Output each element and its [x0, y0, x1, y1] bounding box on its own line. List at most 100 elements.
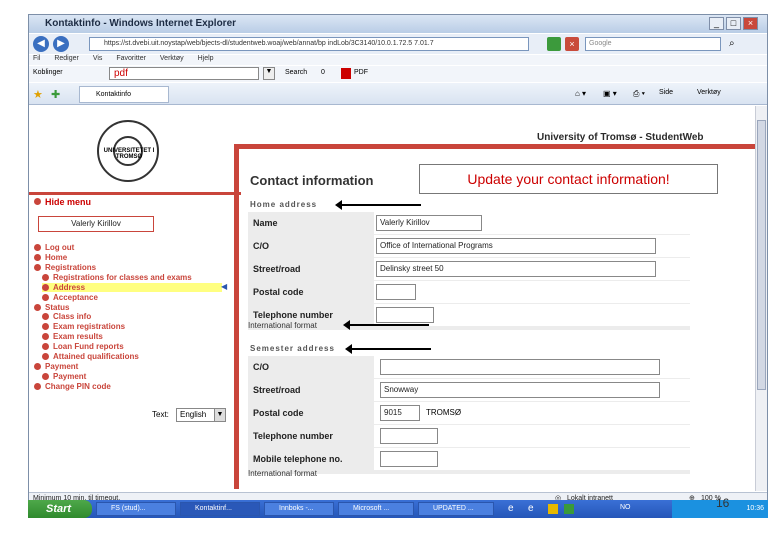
- international-format-note: International format: [248, 469, 317, 478]
- red-divider-left: [234, 144, 239, 489]
- browser-window: Kontaktinfo - Windows Internet Explorer …: [28, 14, 768, 518]
- field-label: Postal code: [253, 287, 304, 297]
- home-address-form: Name Valerly Kirillov C/O Office of Inte…: [248, 212, 690, 330]
- sidebar-item-acceptance[interactable]: Acceptance: [42, 293, 98, 302]
- sidebar-item-payment-group[interactable]: Payment: [34, 362, 78, 371]
- street-field[interactable]: Delinsky street 50: [376, 261, 656, 277]
- postal-city: TROMSØ: [426, 408, 462, 417]
- tab-bar: ★ ✚ Kontaktinfo ⌂ ▾ ▣ ▾ ⎙ ▾ Side Verktøy: [29, 83, 767, 105]
- address-bar: ◀ ▶ https://st.dvebi.uit.noystap/web/bje…: [29, 34, 767, 54]
- dropdown-icon[interactable]: ▼: [263, 67, 275, 80]
- refresh-icon[interactable]: [547, 37, 561, 51]
- sidebar-item-logout[interactable]: Log out: [34, 243, 74, 252]
- name-field[interactable]: Valerly Kirillov: [376, 215, 482, 231]
- home-address-label: Home address: [250, 200, 318, 209]
- quicklaunch-app-icon[interactable]: [564, 504, 574, 514]
- page-header: University of Tromsø - StudentWeb: [537, 132, 704, 143]
- menu-edit[interactable]: Rediger: [54, 55, 79, 62]
- sidebar-item-registrations[interactable]: Registrations: [34, 263, 96, 272]
- semester-co-field[interactable]: [380, 359, 660, 375]
- search-icon[interactable]: ⌕: [729, 38, 735, 49]
- postal-code-field[interactable]: [376, 284, 416, 300]
- semester-postal-code-field[interactable]: 9015: [380, 405, 420, 421]
- task-kontaktinfo[interactable]: Kontaktinf...: [180, 502, 260, 516]
- home-icon[interactable]: ⌂ ▾: [575, 89, 586, 98]
- quicklaunch-folder-icon[interactable]: [548, 504, 558, 514]
- page-content: UNIVERSITETET I TROMSØ University of Tro…: [29, 106, 767, 491]
- sidebar-item-address[interactable]: Address: [42, 283, 222, 292]
- task-innboks[interactable]: Innboks -...: [264, 502, 334, 516]
- hide-menu-link[interactable]: Hide menu: [34, 197, 91, 207]
- quicklaunch-ie-icon[interactable]: e: [508, 503, 514, 514]
- field-label: Street/road: [253, 385, 301, 395]
- task-fs[interactable]: FS (stud)...: [96, 502, 176, 516]
- start-button[interactable]: Start: [28, 500, 92, 518]
- sidebar-item-exam-results[interactable]: Exam results: [42, 332, 103, 341]
- sidebar-item-exam-registrations[interactable]: Exam registrations: [42, 322, 125, 331]
- sidebar-item-class-info[interactable]: Class info: [42, 312, 91, 321]
- close-button[interactable]: ×: [743, 17, 758, 30]
- menu-tools[interactable]: Verktøy: [160, 55, 184, 62]
- feeds-icon[interactable]: ▣ ▾: [603, 89, 617, 98]
- field-label: Telephone number: [253, 310, 333, 320]
- task-microsoft[interactable]: Microsoft ...: [338, 502, 414, 516]
- arrow-semester-address: [345, 344, 431, 354]
- minimize-button[interactable]: _: [709, 17, 724, 30]
- selected-arrow-icon: ◀: [221, 282, 228, 291]
- menu-view[interactable]: Vis: [93, 55, 103, 62]
- arrow-international: [343, 320, 429, 330]
- window-title: Kontaktinfo - Windows Internet Explorer: [45, 18, 237, 29]
- count-label: 0: [321, 69, 325, 76]
- quicklaunch-ie2-icon[interactable]: e: [528, 503, 534, 514]
- sidebar-item-loan-fund-reports[interactable]: Loan Fund reports: [42, 342, 124, 351]
- clock: 10:36: [746, 505, 764, 512]
- form-row: Telephone number: [248, 425, 690, 447]
- task-updated[interactable]: UPDATED ...: [418, 502, 494, 516]
- maximize-button[interactable]: □: [726, 17, 741, 30]
- sidebar-item-registrations-classes[interactable]: Registrations for classes and exams: [42, 273, 192, 282]
- side-menu[interactable]: Side: [659, 89, 673, 96]
- semester-telephone-field[interactable]: [380, 428, 438, 444]
- links-toolbar: Koblinger pdf ▼ Search 0 PDF: [29, 66, 767, 82]
- field-label: C/O: [253, 362, 270, 372]
- menu-file[interactable]: Fil: [33, 55, 40, 62]
- language-indicator[interactable]: NO: [620, 504, 631, 511]
- hide-menu-label: Hide menu: [45, 197, 92, 207]
- page-number: 16: [716, 496, 730, 510]
- pdf-search-input[interactable]: pdf: [109, 67, 259, 80]
- sidebar-item-home[interactable]: Home: [34, 253, 67, 262]
- tab-kontaktinfo[interactable]: Kontaktinfo: [79, 86, 169, 103]
- semester-street-field[interactable]: Snowway: [380, 382, 660, 398]
- back-icon[interactable]: ◀: [33, 36, 49, 52]
- chevron-down-icon[interactable]: ▼: [214, 408, 226, 422]
- form-row: Postal code 9015 TROMSØ: [248, 402, 690, 424]
- field-label: Street/road: [253, 264, 301, 274]
- search-input[interactable]: Google: [585, 37, 721, 51]
- field-label: C/O: [253, 241, 270, 251]
- search-button[interactable]: Search: [285, 69, 307, 76]
- add-favorite-icon[interactable]: ✚: [51, 88, 60, 101]
- co-field[interactable]: Office of International Programs: [376, 238, 656, 254]
- user-name-box: Valerly Kirillov: [38, 216, 154, 232]
- sidebar-item-status[interactable]: Status: [34, 303, 69, 312]
- url-input[interactable]: https://st.dvebi.uit.noystap/web/bjects-…: [89, 37, 529, 51]
- sidebar-item-attained-qualifications[interactable]: Attained qualifications: [42, 352, 139, 361]
- logo-text: UNIVERSITETET I TROMSØ: [103, 148, 155, 160]
- tools-menu[interactable]: Verktøy: [697, 89, 721, 96]
- title-bar: Kontaktinfo - Windows Internet Explorer …: [29, 15, 767, 33]
- mobile-telephone-field[interactable]: [380, 451, 438, 467]
- semester-address-label: Semester address: [250, 344, 335, 353]
- sidebar-item-payment[interactable]: Payment: [42, 372, 86, 381]
- forward-icon[interactable]: ▶: [53, 36, 69, 52]
- field-label: Name: [253, 218, 278, 228]
- pdf-label[interactable]: PDF: [354, 69, 368, 76]
- stop-icon[interactable]: ×: [565, 37, 579, 51]
- telephone-field[interactable]: [376, 307, 434, 323]
- menu-help[interactable]: Hjelp: [198, 55, 214, 62]
- sidebar-item-change-pin[interactable]: Change PIN code: [34, 382, 111, 391]
- favorites-star-icon[interactable]: ★: [33, 88, 43, 101]
- print-icon[interactable]: ⎙ ▾: [633, 89, 645, 99]
- menu-favorites[interactable]: Favoritter: [116, 55, 146, 62]
- scrollbar[interactable]: [755, 106, 767, 491]
- form-row: Postal code: [248, 281, 690, 303]
